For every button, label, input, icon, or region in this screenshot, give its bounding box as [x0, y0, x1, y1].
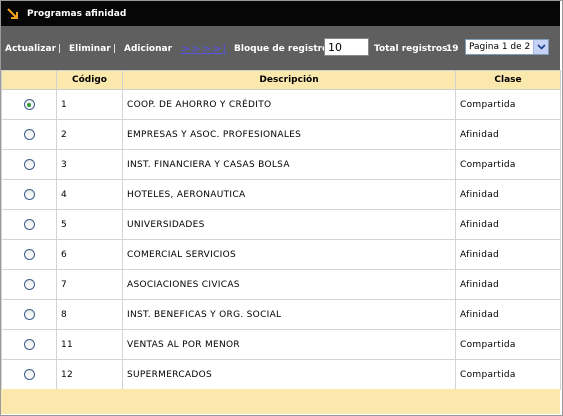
- eliminar-button[interactable]: Eliminar: [69, 44, 111, 54]
- bloque-registros-label: Bloque de registros:: [234, 44, 338, 54]
- table-row[interactable]: 1 COOP. DE AHORRO Y CRÉDITO Compartida: [1, 89, 561, 120]
- row-radio-button[interactable]: [23, 99, 35, 110]
- table-row[interactable]: 5 UNIVERSIDADES Afinidad: [1, 209, 561, 240]
- cell-codigo: 1: [56, 89, 123, 120]
- arrow-down-right-icon: [6, 7, 20, 20]
- row-select-cell[interactable]: [1, 149, 57, 180]
- cell-clase: Afinidad: [455, 119, 561, 150]
- toolbar-separator: |: [58, 44, 62, 54]
- cell-codigo: 5: [56, 209, 123, 240]
- row-radio-button[interactable]: [23, 159, 35, 170]
- cell-clase: Compartida: [455, 359, 561, 390]
- last-page-link[interactable]: >>|: [202, 42, 227, 55]
- adicionar-button[interactable]: Adicionar: [124, 44, 172, 54]
- header-clase[interactable]: Clase: [455, 70, 561, 90]
- row-radio-button[interactable]: [23, 249, 35, 260]
- table-row[interactable]: 2 EMPRESAS Y ASOC. PROFESIONALES Afinidad: [1, 119, 561, 150]
- cell-codigo: 7: [56, 269, 123, 300]
- cell-descripcion: SUPERMERCADOS: [122, 359, 456, 390]
- cell-codigo: 12: [56, 359, 123, 390]
- row-radio-button[interactable]: [23, 219, 35, 230]
- afinidad-table: Código Descripción Clase 1 COOP. DE AHORR…: [1, 70, 561, 390]
- cell-codigo: 2: [56, 119, 123, 150]
- row-select-cell[interactable]: [1, 329, 57, 360]
- next-page-link[interactable]: >>: [181, 42, 201, 55]
- cell-descripcion: UNIVERSIDADES: [122, 209, 456, 240]
- table-row[interactable]: 8 INST. BENEFICAS Y ORG. SOCIAL Afinidad: [1, 299, 561, 330]
- page-select[interactable]: Pagina 1 de 2: [465, 39, 549, 55]
- table-row[interactable]: 4 HOTELES, AERONAUTICA Afinidad: [1, 179, 561, 210]
- cell-descripcion: INST. BENEFICAS Y ORG. SOCIAL: [122, 299, 456, 330]
- header-select: [1, 70, 57, 90]
- cell-clase: Compartida: [455, 149, 561, 180]
- table-row[interactable]: 11 VENTAS AL POR MENOR Compartida: [1, 329, 561, 360]
- toolbar: Actualizar | Eliminar | Adicionar >> >>|…: [1, 26, 560, 70]
- cell-descripcion: EMPRESAS Y ASOC. PROFESIONALES: [122, 119, 456, 150]
- bloque-registros-input[interactable]: [324, 38, 369, 56]
- row-select-cell[interactable]: [1, 359, 57, 390]
- cell-clase: Compartida: [455, 329, 561, 360]
- cell-clase: Afinidad: [455, 209, 561, 240]
- cell-codigo: 3: [56, 149, 123, 180]
- table-row[interactable]: 7 ASOCIACIONES CIVICAS Afinidad: [1, 269, 561, 300]
- cell-clase: Afinidad: [455, 269, 561, 300]
- cell-clase: Afinidad: [455, 179, 561, 210]
- table-footer: [1, 389, 560, 414]
- row-radio-button[interactable]: [23, 309, 35, 320]
- row-radio-button[interactable]: [23, 339, 35, 350]
- row-radio-button[interactable]: [23, 279, 35, 290]
- page-select-value: Pagina 1 de 2: [469, 42, 531, 52]
- cell-codigo: 11: [56, 329, 123, 360]
- chevron-down-icon[interactable]: [533, 40, 548, 54]
- row-select-cell[interactable]: [1, 119, 57, 150]
- row-select-cell[interactable]: [1, 239, 57, 270]
- cell-descripcion: COMERCIAL SERVICIOS: [122, 239, 456, 270]
- row-select-cell[interactable]: [1, 269, 57, 300]
- actualizar-button[interactable]: Actualizar: [5, 44, 56, 54]
- title-bar: Programas afinidad: [1, 1, 560, 26]
- header-codigo[interactable]: Código: [56, 70, 123, 90]
- cell-codigo: 6: [56, 239, 123, 270]
- header-descripcion[interactable]: Descripción: [122, 70, 456, 90]
- cell-codigo: 4: [56, 179, 123, 210]
- cell-descripcion: VENTAS AL POR MENOR: [122, 329, 456, 360]
- table-row[interactable]: 6 COMERCIAL SERVICIOS Afinidad: [1, 239, 561, 270]
- table-row[interactable]: 12 SUPERMERCADOS Compartida: [1, 359, 561, 390]
- row-select-cell[interactable]: [1, 179, 57, 210]
- total-registros-label: Total registros:: [374, 44, 452, 54]
- cell-clase: Compartida: [455, 89, 561, 120]
- cell-descripcion: ASOCIACIONES CIVICAS: [122, 269, 456, 300]
- cell-codigo: 8: [56, 299, 123, 330]
- table-header-row: Código Descripción Clase: [1, 70, 561, 90]
- row-select-cell[interactable]: [1, 209, 57, 240]
- cell-descripcion: HOTELES, AERONAUTICA: [122, 179, 456, 210]
- row-select-cell[interactable]: [1, 299, 57, 330]
- cell-clase: Afinidad: [455, 299, 561, 330]
- row-select-cell[interactable]: [1, 89, 57, 120]
- row-radio-button[interactable]: [23, 189, 35, 200]
- row-radio-button[interactable]: [23, 129, 35, 140]
- total-registros-value: 19: [446, 44, 459, 54]
- toolbar-separator: |: [113, 44, 117, 54]
- table-row[interactable]: 3 INST. FINANCIERA Y CASAS BOLSA Compartid…: [1, 149, 561, 180]
- row-radio-button[interactable]: [23, 369, 35, 380]
- cell-clase: Afinidad: [455, 239, 561, 270]
- cell-descripcion: INST. FINANCIERA Y CASAS BOLSA: [122, 149, 456, 180]
- window-title: Programas afinidad: [27, 8, 127, 19]
- cell-descripcion: COOP. DE AHORRO Y CRÉDITO: [122, 89, 456, 120]
